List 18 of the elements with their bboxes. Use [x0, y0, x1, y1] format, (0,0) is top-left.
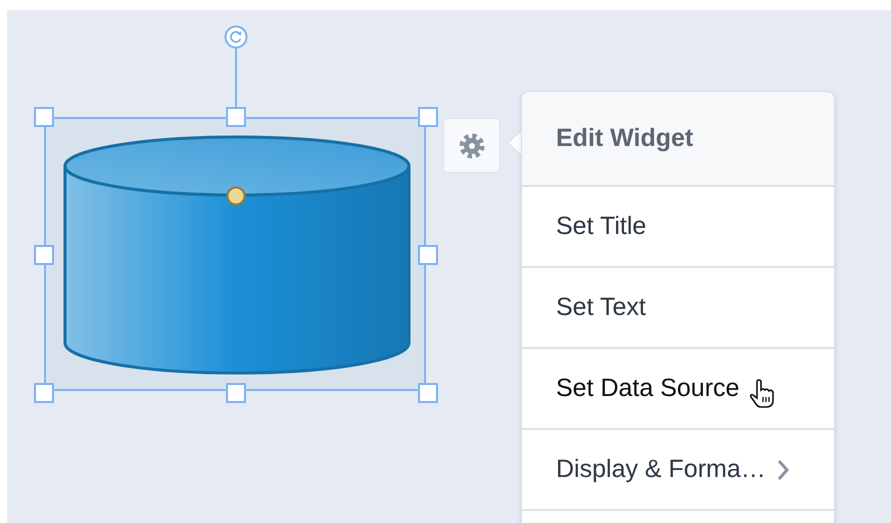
settings-icon [458, 132, 484, 158]
settings-button[interactable] [443, 118, 500, 173]
chevron-right-icon [776, 458, 790, 480]
resize-handle[interactable] [418, 383, 438, 403]
menu-title: Edit Widget [556, 124, 694, 153]
resize-handle[interactable] [34, 107, 54, 127]
resize-handle[interactable] [418, 107, 438, 127]
resize-handle[interactable] [226, 383, 246, 403]
menu-item[interactable]: Set Text [522, 268, 834, 349]
menu-item[interactable]: Display & Forma… [522, 430, 834, 511]
menu-item[interactable]: Set Data Source [522, 349, 834, 430]
menu-item[interactable]: Set Title [522, 187, 834, 268]
resize-handle[interactable] [226, 107, 246, 127]
resize-handle[interactable] [34, 383, 54, 403]
rotate-handle[interactable] [224, 25, 248, 49]
rotate-stem [235, 46, 237, 108]
resize-handle[interactable] [34, 245, 54, 265]
resize-handle[interactable] [418, 245, 438, 265]
